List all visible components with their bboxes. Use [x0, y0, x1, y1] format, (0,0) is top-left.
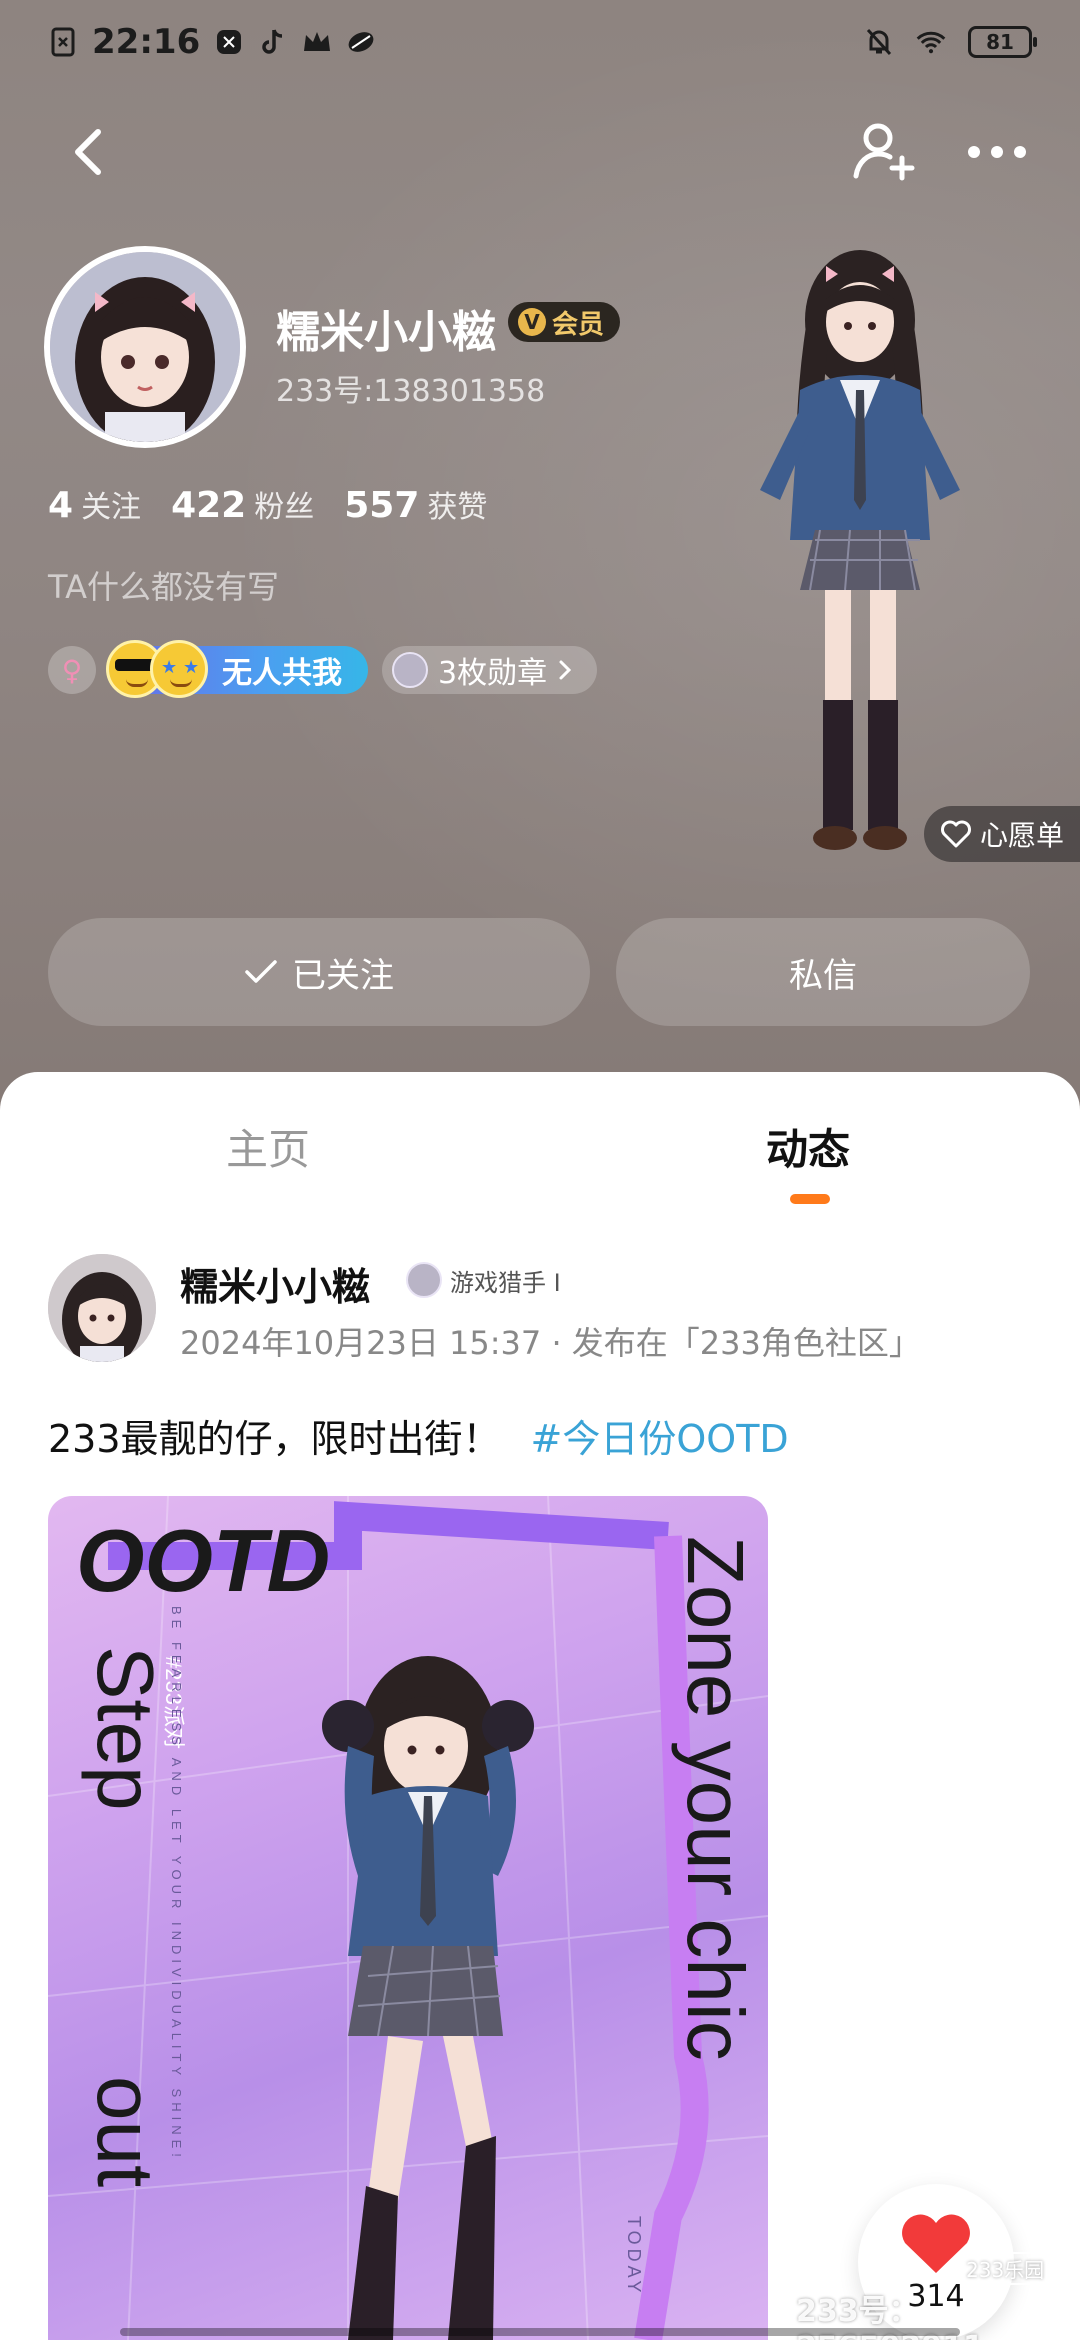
app-notification-icon [214, 27, 244, 57]
profile-username: 糯米小小糍 [276, 307, 496, 358]
poster-character-figure [322, 1656, 534, 2340]
group-tag[interactable]: ★ ★ 无人共我 [106, 640, 368, 698]
medals-label: 3枚勋章 [438, 656, 548, 691]
poster-step-text: Step [81, 1646, 170, 1811]
vip-v-icon: V [518, 308, 546, 336]
crown-icon [302, 27, 332, 57]
more-options-button[interactable] [962, 122, 1032, 182]
ootd-poster-image: OOTD Step out Zone your chic #233派对 BE F… [48, 1496, 768, 2340]
active-tab-indicator [790, 1194, 830, 1204]
back-button[interactable] [60, 122, 120, 182]
group-tag-label: 无人共我 [222, 656, 342, 691]
followed-button[interactable]: 已关注 [48, 918, 590, 1026]
wishlist-label: 心愿单 [980, 819, 1065, 852]
user-id: 233号:138301358 [276, 374, 546, 409]
vip-label: 会员 [552, 309, 605, 340]
post-author-name[interactable]: 糯米小小糍 [180, 1256, 370, 1311]
medal-icon [392, 652, 428, 688]
chevron-right-icon [559, 660, 572, 680]
message-button[interactable]: 私信 [616, 918, 1030, 1026]
status-bar: 22:16 81 [0, 0, 1080, 84]
watermark-logo: 233乐园 [958, 2252, 1053, 2285]
status-time: 22:16 [92, 22, 201, 62]
profile-avatar[interactable] [44, 246, 246, 448]
heart-outline-icon [941, 820, 971, 848]
poster-out-text: out [81, 2076, 170, 2187]
post-author-badge-label: 游戏猎手 I [450, 1268, 561, 1297]
battery-indicator: 81 [968, 26, 1037, 58]
post-author-badge: 游戏猎手 I [406, 1262, 561, 1298]
hunter-medal-icon [406, 1262, 442, 1298]
poster-zone-text: Zone your chic [671, 1536, 760, 2061]
top-navigation [0, 110, 1080, 190]
star-eyes-emoji-icon: ★ ★ [150, 640, 208, 698]
stat-followers[interactable]: 422 粉丝 [171, 482, 314, 526]
character-figure-image [760, 250, 960, 850]
sim-icon [48, 27, 78, 57]
wishlist-button[interactable]: 心愿单 [924, 806, 1080, 862]
profile-tags: ♀ ★ ★ 无人共我 3枚勋章 [48, 640, 598, 698]
message-label: 私信 [789, 955, 857, 996]
post-avatar-image [48, 1254, 156, 1362]
stat-likes[interactable]: 557 获赞 [344, 482, 487, 526]
followed-label: 已关注 [292, 955, 394, 996]
post-hashtag[interactable]: #今日份OOTD [531, 1417, 789, 1461]
medals-button[interactable]: 3枚勋章 [382, 646, 598, 694]
tiktok-icon [258, 27, 288, 57]
stat-following[interactable]: 4 关注 [48, 482, 141, 526]
more-dots-icon [968, 146, 1026, 158]
vip-badge[interactable]: V 会员 [508, 302, 621, 342]
wifi-icon [916, 27, 946, 57]
add-friend-button[interactable] [850, 116, 920, 186]
female-gender-icon: ♀ [48, 646, 96, 694]
post-author-avatar[interactable] [48, 1254, 156, 1362]
avatar-character-image [50, 252, 240, 442]
app-leaf-icon [346, 27, 376, 57]
post-text: 233最靓的仔，限时出街！ #今日份OOTD [48, 1408, 789, 1463]
tab-feed[interactable]: 动态 [766, 1116, 850, 1177]
content-sheet: 主页 动态 糯米小小糍 游戏猎手 I 2024年10月23日 15:37 · 发… [0, 1072, 1080, 2340]
check-icon [245, 960, 277, 983]
avatar-full-body[interactable] [730, 240, 990, 860]
post-meta: 2024年10月23日 15:37 · 发布在「233角色社区」 [180, 1324, 921, 1362]
tab-home[interactable]: 主页 [226, 1116, 310, 1177]
poster-today-text: TODAY [624, 2216, 644, 2296]
chevron-left-icon [75, 129, 101, 175]
add-user-icon [853, 123, 915, 181]
profile-stats: 4 关注 422 粉丝 557 获赞 [48, 482, 487, 526]
poster-ootd-text: OOTD [76, 1511, 330, 1610]
profile-bio: TA什么都没有写 [48, 568, 279, 606]
home-indicator[interactable] [120, 2328, 960, 2336]
poster-slogan-text: BE FEARLESS AND LET YOUR INDIVIDUALITY S… [169, 1606, 184, 2162]
post-image[interactable]: OOTD Step out Zone your chic #233派对 BE F… [48, 1496, 768, 2340]
mute-bell-icon [864, 27, 894, 57]
post-body: 233最靓的仔，限时出街！ [48, 1417, 501, 1461]
